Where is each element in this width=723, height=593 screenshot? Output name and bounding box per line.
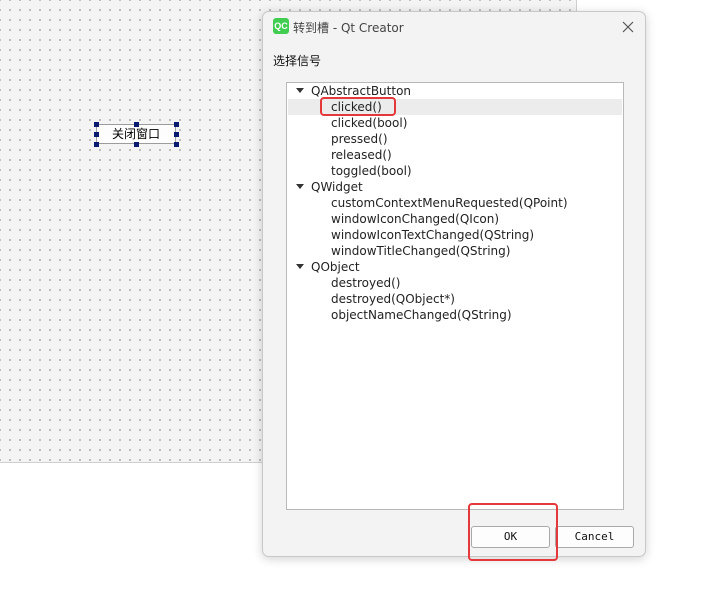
- resize-handle[interactable]: [134, 122, 139, 127]
- close-window-button[interactable]: 关闭窗口: [96, 124, 176, 144]
- signal-label: windowIconTextChanged(QString): [331, 228, 535, 242]
- tree-item-signal[interactable]: pressed(): [288, 131, 622, 147]
- tree-item-signal[interactable]: windowTitleChanged(QString): [288, 243, 622, 259]
- tree-group-qobject[interactable]: QObject: [288, 259, 622, 275]
- signal-label: windowIconChanged(QIcon): [331, 212, 500, 226]
- resize-handle[interactable]: [94, 142, 99, 147]
- close-button[interactable]: [617, 16, 639, 38]
- resize-handle[interactable]: [94, 122, 99, 127]
- signal-label: objectNameChanged(QString): [331, 308, 512, 322]
- chevron-down-icon[interactable]: [296, 264, 304, 269]
- group-label: QObject: [311, 260, 360, 274]
- tree-item-signal[interactable]: destroyed(): [288, 275, 622, 291]
- signal-label: pressed(): [331, 132, 388, 146]
- resize-handle[interactable]: [174, 142, 179, 147]
- tree-item-signal[interactable]: objectNameChanged(QString): [288, 307, 622, 323]
- signal-label: windowTitleChanged(QString): [331, 244, 511, 258]
- highlight-clicked-annotation: [320, 97, 396, 116]
- dialog-title: 转到槽 - Qt Creator: [293, 21, 404, 35]
- resize-handle[interactable]: [174, 122, 179, 127]
- qt-creator-icon: QC: [273, 18, 289, 34]
- signal-label: clicked(bool): [331, 116, 408, 130]
- signal-label: toggled(bool): [331, 164, 412, 178]
- signal-label: released(): [331, 148, 392, 162]
- signal-label: destroyed(QObject*): [331, 292, 455, 306]
- tree-item-signal[interactable]: windowIconTextChanged(QString): [288, 227, 622, 243]
- tree-item-signal[interactable]: released(): [288, 147, 622, 163]
- cancel-button[interactable]: Cancel: [555, 526, 634, 548]
- select-signal-label: 选择信号: [273, 54, 322, 68]
- resize-handle[interactable]: [94, 132, 99, 137]
- resize-handle[interactable]: [174, 132, 179, 137]
- highlight-ok-annotation: [468, 503, 558, 561]
- resize-handle[interactable]: [134, 142, 139, 147]
- go-to-slot-dialog: QC 转到槽 - Qt Creator 选择信号 QAbstractButton…: [262, 11, 646, 557]
- tree-item-signal[interactable]: toggled(bool): [288, 163, 622, 179]
- tree-item-signal[interactable]: clicked(bool): [288, 115, 622, 131]
- signal-label: destroyed(): [331, 276, 401, 290]
- close-icon: [622, 21, 634, 33]
- tree-item-signal[interactable]: customContextMenuRequested(QPoint): [288, 195, 622, 211]
- tree-item-signal[interactable]: windowIconChanged(QIcon): [288, 211, 622, 227]
- tree-group-qwidget[interactable]: QWidget: [288, 179, 622, 195]
- signal-label: customContextMenuRequested(QPoint): [331, 196, 568, 210]
- chevron-down-icon[interactable]: [296, 184, 304, 189]
- chevron-down-icon[interactable]: [296, 88, 304, 93]
- dialog-titlebar: QC 转到槽 - Qt Creator: [263, 12, 645, 42]
- signal-tree[interactable]: QAbstractButton clicked() clicked(bool) …: [286, 82, 624, 510]
- tree-item-signal[interactable]: destroyed(QObject*): [288, 291, 622, 307]
- group-label: QWidget: [311, 180, 363, 194]
